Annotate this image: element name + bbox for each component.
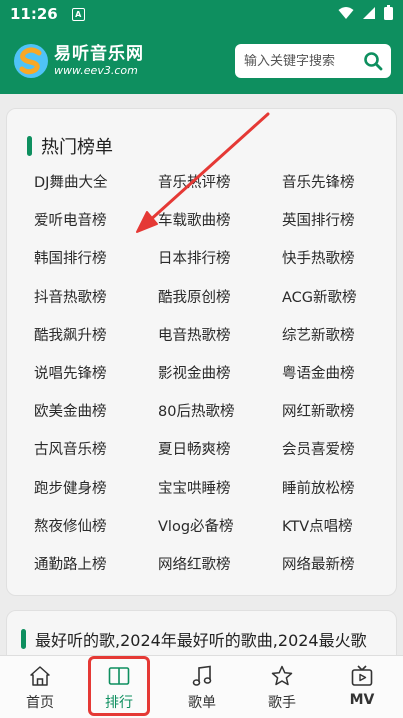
chart-link[interactable]: 古风音乐榜: [34, 438, 107, 459]
chart-link[interactable]: 说唱先锋榜: [34, 362, 107, 383]
chart-link[interactable]: 粤语金曲榜: [282, 362, 355, 383]
chart-link[interactable]: 综艺新歌榜: [282, 324, 355, 345]
app-header: 易听音乐网 www.eev3.com: [0, 28, 403, 94]
section-title: 热门榜单: [27, 133, 113, 159]
chart-link[interactable]: Vlog必备榜: [158, 515, 234, 536]
tab-playlist[interactable]: 歌单: [162, 656, 242, 718]
chart-link[interactable]: 快手热歌榜: [282, 247, 355, 268]
chart-link[interactable]: 影视金曲榜: [158, 362, 231, 383]
chart-link[interactable]: 电音热歌榜: [158, 324, 231, 345]
logo-title: 易听音乐网: [54, 44, 144, 64]
bottom-tab-bar: 首页 排行 歌单 歌手 MV: [0, 655, 403, 718]
section-title: 最好听的歌,2024年最好听的歌曲,2024最火歌: [21, 627, 367, 651]
chart-link[interactable]: 会员喜爱榜: [282, 438, 355, 459]
chart-link[interactable]: KTV点唱榜: [282, 515, 353, 536]
chart-link[interactable]: DJ舞曲大全: [34, 171, 107, 192]
tab-label: 歌单: [188, 695, 216, 711]
battery-icon: [384, 5, 393, 20]
wifi-icon: [338, 6, 354, 19]
hot-charts-title: 热门榜单: [41, 137, 113, 158]
chart-link[interactable]: 酷我原创榜: [158, 286, 231, 307]
status-bar: 11:26 A: [0, 0, 403, 28]
chart-link[interactable]: 夏日畅爽榜: [158, 438, 231, 459]
status-indicators: [338, 5, 393, 20]
logo-url: www.eev3.com: [54, 64, 138, 77]
logo-s-icon: [14, 44, 48, 78]
chart-link[interactable]: 音乐热评榜: [158, 171, 231, 192]
chart-link[interactable]: 宝宝哄睡榜: [158, 477, 231, 498]
tab-label: 歌手: [268, 695, 296, 711]
chart-link[interactable]: ACG新歌榜: [282, 286, 357, 307]
signal-icon: [363, 6, 375, 19]
title-accent-bar: [21, 629, 26, 649]
chart-link[interactable]: 睡前放松榜: [282, 477, 355, 498]
search-box: [235, 44, 391, 78]
site-logo[interactable]: 易听音乐网 www.eev3.com: [12, 42, 144, 80]
title-accent-bar: [27, 136, 32, 156]
logo-text: 易听音乐网 www.eev3.com: [54, 44, 144, 78]
chart-link[interactable]: 韩国排行榜: [34, 247, 107, 268]
music-note-icon: [192, 665, 212, 686]
tab-label: 首页: [26, 695, 54, 711]
tab-mv[interactable]: MV: [322, 656, 402, 718]
search-input[interactable]: [244, 53, 364, 69]
search-icon[interactable]: [363, 51, 383, 71]
chart-link[interactable]: 网络最新榜: [282, 553, 355, 574]
chart-link[interactable]: 熬夜修仙榜: [34, 515, 107, 536]
chart-link[interactable]: 欧美金曲榜: [34, 400, 107, 421]
chart-link[interactable]: 抖音热歌榜: [34, 286, 107, 307]
chart-link[interactable]: 爱听电音榜: [34, 209, 107, 230]
app-notification-icon: A: [71, 7, 85, 21]
status-time: 11:26: [10, 5, 58, 23]
home-icon: [30, 666, 50, 686]
active-tab-highlight-box: [88, 656, 150, 716]
chart-link[interactable]: 音乐先锋榜: [282, 171, 355, 192]
best-songs-title[interactable]: 最好听的歌,2024年最好听的歌曲,2024最火歌: [35, 627, 367, 651]
tab-home[interactable]: 首页: [0, 656, 80, 718]
chart-link[interactable]: 酷我飙升榜: [34, 324, 107, 345]
chart-link[interactable]: 通勤路上榜: [34, 553, 107, 574]
tv-play-icon: [351, 665, 373, 686]
chart-link[interactable]: 英国排行榜: [282, 209, 355, 230]
chart-link[interactable]: 80后热歌榜: [158, 400, 234, 421]
tab-label: MV: [349, 692, 375, 708]
chart-link[interactable]: 跑步健身榜: [34, 477, 107, 498]
chart-link[interactable]: 网红新歌榜: [282, 400, 355, 421]
star-icon: [271, 665, 293, 686]
chart-link[interactable]: 车载歌曲榜: [158, 209, 231, 230]
chart-link[interactable]: 网络红歌榜: [158, 553, 231, 574]
chart-link[interactable]: 日本排行榜: [158, 247, 231, 268]
hot-charts-card: 热门榜单 DJ舞曲大全 音乐热评榜 音乐先锋榜爱听电音榜 车载歌曲榜 英国排行榜韩国排行…: [6, 108, 397, 596]
tab-artist[interactable]: 歌手: [242, 656, 322, 718]
